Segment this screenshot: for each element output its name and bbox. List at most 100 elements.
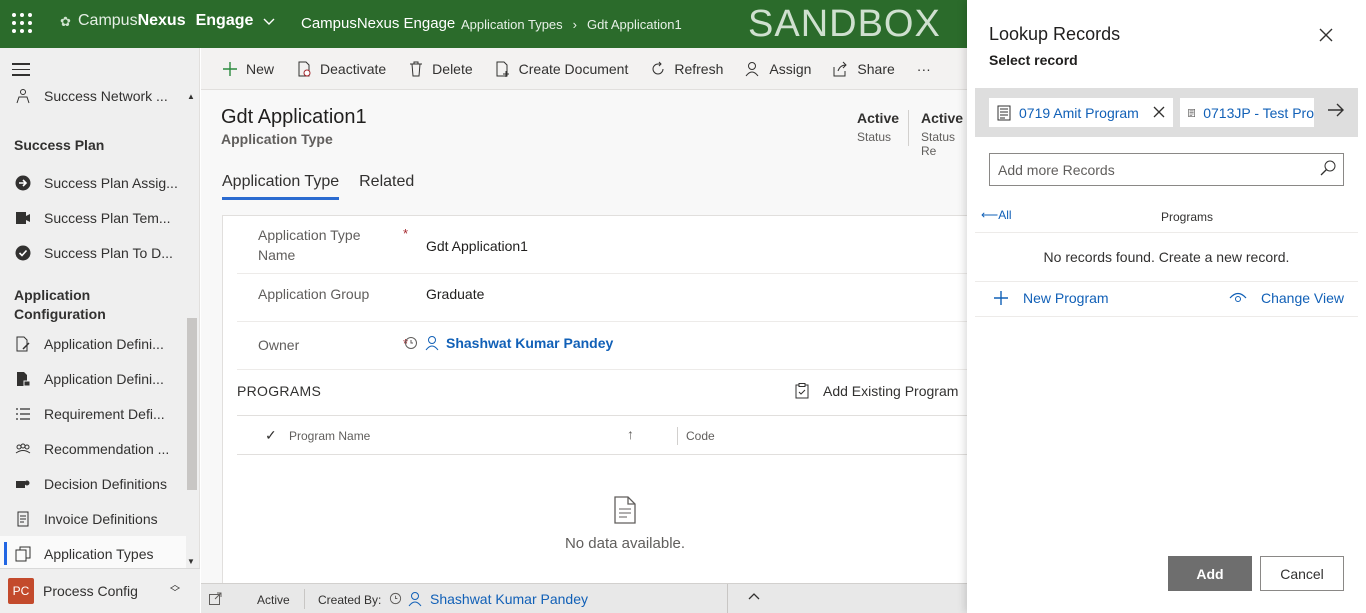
brand-prefix: Campus <box>78 12 138 29</box>
scroll-up-arrow-icon[interactable]: ▲ <box>187 92 195 101</box>
sidebar-item-label: Recommendation ... <box>44 440 170 457</box>
add-existing-program-button[interactable]: Add Existing Program <box>795 383 958 399</box>
brand-logo: ✿ Campus Nexus Engage <box>60 12 253 30</box>
create-document-icon <box>496 61 509 77</box>
cancel-button[interactable]: Cancel <box>1260 556 1344 591</box>
add-button[interactable]: Add <box>1168 556 1252 591</box>
clipboard-icon <box>795 383 809 399</box>
people-icon <box>14 440 32 458</box>
copy-icon <box>14 545 32 563</box>
sidebar-item-decision-definitions[interactable]: Decision Definitions <box>0 466 186 501</box>
name-field[interactable]: Gdt Application1 <box>426 238 528 254</box>
sidebar-item-success-plan-assignments[interactable]: Success Plan Assig... <box>0 165 186 200</box>
programs-grid-header: ✓ Program Name ↑ Code <box>237 415 968 455</box>
refresh-button[interactable]: Refresh <box>639 53 734 85</box>
share-label: Share <box>857 60 895 77</box>
no-records-message: No records found. Create a new record. <box>1043 249 1290 265</box>
area-badge: PC <box>8 578 34 604</box>
clock-icon <box>389 592 402 608</box>
breadcrumb-item-application-types[interactable]: Application Types <box>461 17 563 32</box>
owner-field[interactable]: Shashwat Kumar Pandey <box>404 335 613 351</box>
status-reason-value: Active <box>921 110 964 126</box>
application-group-field[interactable]: Graduate <box>426 286 484 302</box>
close-icon[interactable] <box>1319 26 1333 46</box>
invoice-icon <box>14 510 32 528</box>
sidebar-item-application-definitions-1[interactable]: Application Defini... <box>0 326 186 361</box>
arrow-left-icon: ⟵ <box>981 208 999 222</box>
add-records-search-input[interactable] <box>989 153 1344 186</box>
footer-created-by-label: Created By: <box>318 593 382 607</box>
plus-icon <box>223 61 237 76</box>
sidebar-item-label: Application Defini... <box>44 370 164 387</box>
change-view-button[interactable]: Change View <box>1229 290 1344 306</box>
delete-button[interactable]: Delete <box>397 53 483 85</box>
brand-bold: Nexus <box>137 12 186 29</box>
share-icon <box>833 61 848 76</box>
field-row-group: Application Group Graduate <box>237 274 968 322</box>
share-button[interactable]: Share <box>822 53 905 85</box>
footer-created-by-link[interactable]: Shashwat Kumar Pandey <box>430 591 588 607</box>
back-to-all-link[interactable]: ⟵All <box>981 208 1012 222</box>
column-header-code[interactable]: Code <box>686 429 715 443</box>
selected-record-chip[interactable]: 0719 Amit Program <box>989 98 1173 127</box>
remove-chip-icon[interactable] <box>1153 102 1165 123</box>
panel-title: Lookup Records <box>989 24 1121 44</box>
tab-application-type[interactable]: Application Type <box>222 173 340 200</box>
sidebar-item-success-network[interactable]: Success Network ... <box>0 78 186 113</box>
sidebar-item-invoice-definitions[interactable]: Invoice Definitions <box>0 501 186 536</box>
scroll-down-arrow-icon[interactable]: ▼ <box>187 557 195 566</box>
footer-status: Active <box>257 593 290 607</box>
divider <box>975 316 1358 317</box>
arrow-right-icon[interactable] <box>1327 101 1345 122</box>
tab-related[interactable]: Related <box>359 173 414 200</box>
sidebar-scrollbar[interactable] <box>187 318 197 490</box>
assign-button[interactable]: Assign <box>734 53 822 85</box>
header-status-reason: Active Status Re <box>921 110 967 158</box>
create-document-button[interactable]: Create Document <box>484 53 640 85</box>
chevron-up-icon[interactable] <box>747 590 761 607</box>
chip-label: 0713JP - Test Pro <box>1203 104 1314 121</box>
select-all-checkmark-icon[interactable]: ✓ <box>265 427 277 444</box>
sort-up-arrow-icon[interactable]: ↑ <box>627 426 634 442</box>
sidebar-item-success-plan-todos[interactable]: Success Plan To D... <box>0 235 186 270</box>
field-label-name: Application Type Name <box>258 225 360 265</box>
new-program-button[interactable]: New Program <box>993 290 1109 306</box>
footer-divider <box>304 589 305 609</box>
app-name[interactable]: CampusNexus Engage <box>301 15 455 32</box>
sidebar-item-recommendation[interactable]: Recommendation ... <box>0 431 186 466</box>
column-header-program-name[interactable]: Program Name <box>289 429 370 443</box>
new-label: New <box>246 60 275 77</box>
delete-label: Delete <box>432 60 473 77</box>
refresh-icon <box>652 61 664 74</box>
sidebar-item-application-types[interactable]: Application Types <box>0 536 186 571</box>
open-in-new-window-icon[interactable] <box>209 592 222 608</box>
field-label-owner: Owner <box>258 337 300 353</box>
brand-suffix: Engage <box>195 12 254 29</box>
breadcrumb: Application Types › Gdt Application1 <box>461 17 682 32</box>
sidebar-item-label: Success Plan Assig... <box>44 174 178 191</box>
trash-icon <box>410 61 423 76</box>
arrow-circle-icon <box>14 174 32 192</box>
sidebar-item-application-definitions-2[interactable]: Application Defini... <box>0 361 186 396</box>
divider <box>975 281 1358 282</box>
owner-link[interactable]: Shashwat Kumar Pandey <box>446 335 613 351</box>
chip-label: 0719 Amit Program <box>1019 104 1139 121</box>
chevron-up-down-icon: ︿ ﹀ <box>170 580 180 599</box>
entity-name: Application Type <box>221 131 333 147</box>
selected-record-chip[interactable]: 0713JP - Test Pro <box>1180 98 1314 127</box>
record-document-icon <box>1188 108 1195 117</box>
sidebar-group-application-configuration: Application Configuration <box>14 287 106 322</box>
user-icon <box>425 336 439 351</box>
more-commands-icon[interactable]: ··· <box>906 53 942 85</box>
general-section: Application Type Name * Gdt Application1… <box>222 215 968 583</box>
all-label: All <box>998 208 1012 222</box>
new-button[interactable]: New <box>211 53 285 85</box>
sidebar-item-requirement-definitions[interactable]: Requirement Defi... <box>0 396 186 431</box>
clock-icon <box>405 337 417 349</box>
sidebar-item-success-plan-templates[interactable]: Success Plan Tem... <box>0 200 186 235</box>
area-switcher[interactable]: PC Process Config ︿ ﹀ <box>0 568 200 613</box>
search-icon[interactable] <box>1320 160 1336 179</box>
app-launcher-icon[interactable] <box>12 13 34 35</box>
deactivate-button[interactable]: Deactivate <box>285 53 397 85</box>
chevron-down-icon[interactable] <box>262 14 276 31</box>
